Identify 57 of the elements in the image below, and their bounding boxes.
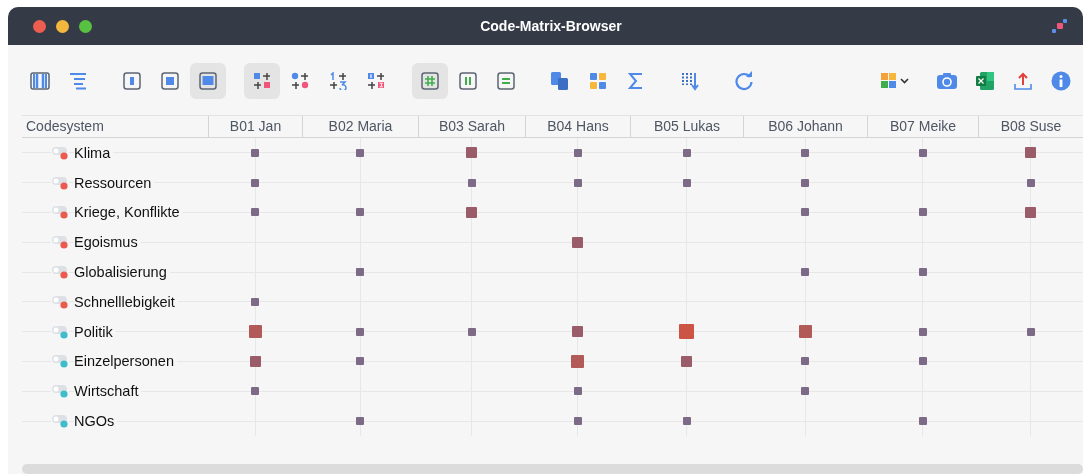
tiles-icon [589,72,607,90]
zoom-button[interactable] [79,19,92,33]
column-header[interactable]: Codesystem [22,116,208,137]
window-title: Code-Matrix-Browser [480,18,622,34]
square-symbols-icon [252,72,272,90]
spreadsheet-icon [975,71,995,91]
code-toggle-icon[interactable] [51,205,69,220]
code-toggle-icon[interactable] [51,294,69,309]
code-toggle-icon[interactable] [51,265,69,280]
code-name[interactable]: Globalisierung [74,264,170,281]
code-toggle-icon[interactable] [51,175,69,190]
tree-list-icon [68,72,88,90]
circle-symbols-icon [290,72,310,90]
code-toggle-icon[interactable] [51,354,69,369]
row-grid-icon [497,72,515,90]
column-header[interactable]: B04 Hans [525,116,630,137]
code-name[interactable]: Egoismus [74,234,141,251]
export-icon [1014,71,1032,91]
frame-wide-button[interactable] [190,63,226,99]
column-header[interactable]: B07 Meike [867,116,978,137]
info-icon [1051,71,1071,91]
code-name[interactable]: Kriege, Konflikte [74,204,183,221]
columns-icon [30,72,50,90]
close-button[interactable] [33,19,46,33]
column-header[interactable]: B06 Johann [743,116,867,137]
code-toggle-icon[interactable] [51,235,69,250]
app-logo-icon [1051,18,1069,34]
square-frame-icon [161,72,179,90]
code-name[interactable]: Einzelpersonen [74,353,177,370]
grid-hash-button[interactable] [412,63,448,99]
column-grid-icon [459,72,477,90]
symbol-square-button[interactable] [244,63,280,99]
refresh-icon [734,71,754,91]
number-symbols-icon [328,72,348,90]
minimize-button[interactable] [56,19,69,33]
code-name[interactable]: Klima [74,144,114,161]
camera-icon [936,72,958,90]
column-header[interactable]: B01 Jan [208,116,302,137]
code-name[interactable]: Politik [74,323,116,340]
boxed-number-symbols-icon [366,72,386,90]
code-toggle-icon[interactable] [51,384,69,399]
column-header[interactable]: B08 Suse [978,116,1083,137]
sort-icon [681,71,699,91]
code-toggle-icon[interactable] [51,414,69,429]
column-header[interactable]: B03 Sarah [418,116,525,137]
code-toggle-icon[interactable] [51,324,69,339]
code-name[interactable]: Schnelllebigkeit [74,293,178,310]
wide-frame-icon [199,72,217,90]
hash-grid-icon [421,72,439,90]
horizontal-scrollbar[interactable] [22,463,1083,474]
documents-icon [550,71,570,91]
puzzle-dropdown-icon [880,72,910,90]
column-header[interactable]: B05 Lukas [630,116,743,137]
code-toggle-icon[interactable] [51,145,69,160]
sum-icon [628,72,644,90]
column-header[interactable]: B02 Maria [302,116,418,137]
narrow-frame-icon [123,72,141,90]
